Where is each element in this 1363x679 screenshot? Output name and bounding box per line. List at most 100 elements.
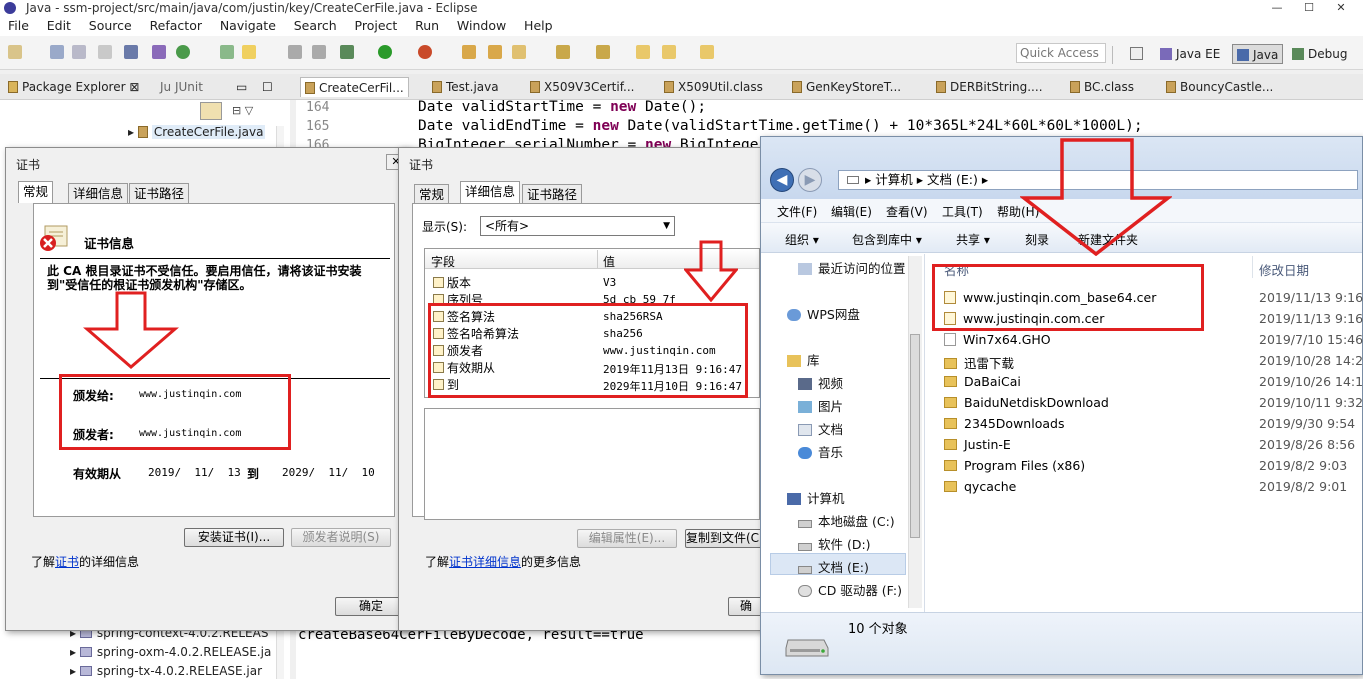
menu-navigate[interactable]: Navigate: [220, 16, 276, 36]
pane-divider[interactable]: [924, 254, 925, 614]
ok-button[interactable]: 确: [728, 597, 764, 616]
nav-library[interactable]: 库: [787, 350, 820, 369]
editor-tab-7[interactable]: BouncyCastle...: [1166, 77, 1273, 97]
nav-music[interactable]: 音乐: [798, 442, 843, 461]
menu-run[interactable]: Run: [415, 16, 439, 36]
link-editor-icon[interactable]: [200, 102, 222, 120]
block-select-icon[interactable]: [288, 45, 302, 59]
perspective-javaee[interactable]: Java EE: [1160, 44, 1220, 64]
refresh-icon[interactable]: [176, 45, 190, 59]
tab-general[interactable]: 常规: [18, 181, 54, 203]
editor-tab-5[interactable]: DERBitString....: [936, 77, 1043, 97]
back-icon[interactable]: ◀: [770, 168, 794, 192]
file-row[interactable]: DaBaiCai: [944, 374, 1021, 389]
tab-cert-path[interactable]: 证书路径: [129, 183, 190, 203]
menu-project[interactable]: Project: [355, 16, 398, 36]
nav-scrollbar-thumb[interactable]: [910, 334, 920, 538]
nav-drive-d[interactable]: 软件 (D:): [798, 534, 871, 553]
file-row[interactable]: 迅雷下载: [944, 353, 1014, 372]
issuer-statement-button[interactable]: 颁发者说明(S): [291, 528, 391, 547]
nav-drive-e[interactable]: 文档 (E:): [798, 557, 869, 576]
cert-details-link[interactable]: 证书详细信息: [449, 555, 521, 569]
tab-cert-path[interactable]: 证书路径: [522, 184, 583, 204]
cert-link[interactable]: 证书: [55, 555, 79, 569]
debug-icon[interactable]: [340, 45, 354, 59]
maximize-button[interactable]: ☐: [1293, 0, 1325, 16]
open-folder-icon[interactable]: [462, 45, 476, 59]
forward-icon[interactable]: ▶: [798, 168, 822, 192]
file-row[interactable]: BaiduNetdiskDownload: [944, 395, 1109, 410]
open-type-icon[interactable]: [220, 45, 234, 59]
view-menu-icon[interactable]: ⊟ ▽: [232, 104, 253, 117]
perspective-java[interactable]: Java: [1232, 44, 1284, 64]
column-header-field[interactable]: 字段: [431, 253, 455, 270]
include-in-library-button[interactable]: 包含到库中 ▾: [852, 231, 922, 248]
file-row[interactable]: Win7x64.GHO: [944, 332, 1051, 347]
run-icon[interactable]: [378, 45, 392, 59]
file-row[interactable]: Program Files (x86): [944, 458, 1085, 473]
tab-junit[interactable]: Ju JUnit: [160, 77, 203, 97]
nav-drive-f[interactable]: CD 驱动器 (F:): [798, 580, 902, 599]
column-header-date[interactable]: 修改日期: [1259, 260, 1309, 279]
minimize-view-icon[interactable]: ▭: [236, 77, 247, 97]
skip-breakpoints-icon[interactable]: [124, 45, 138, 59]
nav-drive-c[interactable]: 本地磁盘 (C:): [798, 511, 895, 530]
editor-tab-6[interactable]: BC.class: [1070, 77, 1134, 97]
tab-package-explorer[interactable]: Package Explorer ⊠: [8, 77, 139, 97]
tab-details[interactable]: 详细信息: [460, 181, 521, 203]
tree-item-jar[interactable]: ▸ spring-oxm-4.0.2.RELEASE.ja: [70, 645, 271, 659]
menu-view[interactable]: 查看(V): [886, 203, 928, 220]
copy-to-file-button[interactable]: 复制到文件(C)...: [685, 529, 765, 548]
file-row[interactable]: 2345Downloads: [944, 416, 1064, 431]
editor-tab-1[interactable]: Test.java: [432, 77, 499, 97]
save-all-icon[interactable]: [72, 45, 86, 59]
tab-details[interactable]: 详细信息: [68, 183, 129, 203]
ok-button[interactable]: 确定: [335, 597, 407, 616]
back-history-icon[interactable]: [662, 45, 676, 59]
nav-docs[interactable]: 文档: [798, 419, 843, 438]
show-whitespace-icon[interactable]: [312, 45, 326, 59]
nav-wps[interactable]: WPS网盘: [787, 304, 860, 323]
editor-tab-0[interactable]: CreateCerFil...: [300, 77, 409, 97]
share-button[interactable]: 共享 ▾: [956, 231, 990, 248]
file-row[interactable]: Justin-E: [944, 437, 1011, 452]
file-row[interactable]: qycache: [944, 479, 1016, 494]
show-select[interactable]: <所有> ▼: [480, 216, 675, 236]
nav-video[interactable]: 视频: [798, 373, 843, 392]
menu-source[interactable]: Source: [89, 16, 132, 36]
quick-access-input[interactable]: Quick Access: [1016, 43, 1106, 63]
print-icon[interactable]: [98, 45, 112, 59]
menu-help[interactable]: Help: [524, 16, 553, 36]
new-icon[interactable]: [8, 45, 22, 59]
menu-refactor[interactable]: Refactor: [150, 16, 202, 36]
open-task-icon[interactable]: [488, 45, 502, 59]
external-tools-icon[interactable]: [418, 45, 432, 59]
close-button[interactable]: ✕: [1325, 0, 1357, 16]
breadcrumb-computer[interactable]: 计算机: [875, 172, 913, 187]
pen-icon[interactable]: [512, 45, 526, 59]
save-icon[interactable]: [50, 45, 64, 59]
back-icon[interactable]: [636, 45, 650, 59]
next-annotation-icon[interactable]: [556, 45, 570, 59]
prev-annotation-icon[interactable]: [596, 45, 610, 59]
perspective-debug[interactable]: Debug: [1292, 44, 1347, 64]
menu-edit[interactable]: Edit: [47, 16, 71, 36]
tree-item-file[interactable]: ▸ CreateCerFile.java: [128, 125, 266, 139]
open-perspective-icon[interactable]: [1130, 47, 1143, 60]
table-row[interactable]: 版本: [433, 274, 471, 291]
organize-button[interactable]: 组织 ▾: [785, 231, 819, 248]
menu-file[interactable]: 文件(F): [777, 203, 817, 220]
menu-file[interactable]: File: [8, 16, 29, 36]
nav-computer[interactable]: 计算机: [787, 488, 845, 507]
maximize-view-icon[interactable]: ☐: [262, 77, 273, 97]
editor-tab-3[interactable]: X509Util.class: [664, 77, 763, 97]
tree-item-jar[interactable]: ▸ spring-tx-4.0.2.RELEASE.jar: [70, 664, 262, 678]
nav-recent[interactable]: 最近访问的位置: [798, 258, 906, 277]
tab-general[interactable]: 常规: [414, 184, 450, 204]
forward-icon[interactable]: [700, 45, 714, 59]
nav-pictures[interactable]: 图片: [798, 396, 843, 415]
menu-window[interactable]: Window: [457, 16, 506, 36]
minimize-button[interactable]: —: [1261, 0, 1293, 16]
highlight-icon[interactable]: [242, 45, 256, 59]
editor-tab-2[interactable]: X509V3Certif...: [530, 77, 635, 97]
